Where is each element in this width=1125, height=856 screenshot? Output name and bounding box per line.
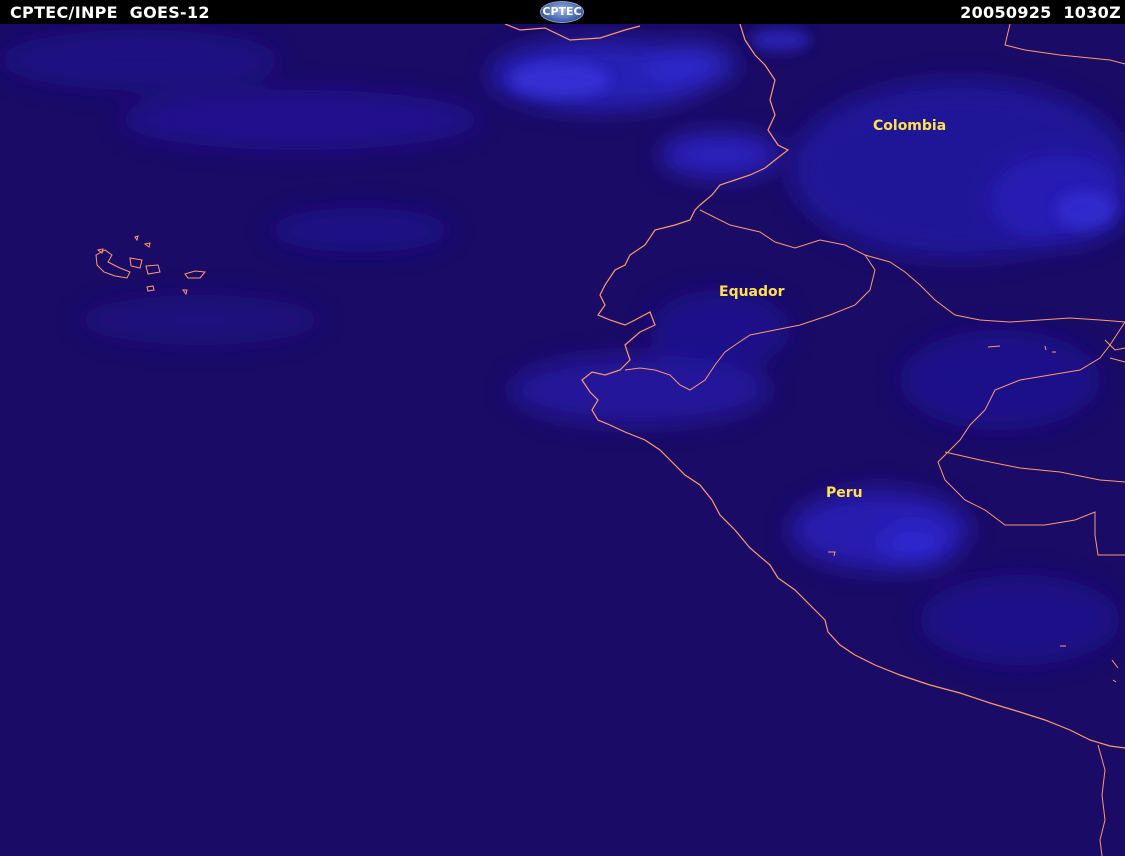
- logo-text: CPTEC: [542, 5, 582, 18]
- label-equador: Equador: [719, 284, 785, 300]
- image-header-bar: CPTEC/INPE GOES-12 CPTEC 20050925 1030Z: [0, 0, 1125, 24]
- cptec-logo: CPTEC: [540, 1, 584, 23]
- timestamp: 20050925 1030Z: [960, 3, 1121, 22]
- satellite-title: CPTEC/INPE GOES-12: [10, 3, 210, 22]
- map-canvas: [0, 24, 1125, 856]
- satellite-map: Colombia Equador Peru: [0, 24, 1125, 856]
- label-colombia: Colombia: [873, 118, 947, 134]
- label-peru: Peru: [826, 485, 863, 501]
